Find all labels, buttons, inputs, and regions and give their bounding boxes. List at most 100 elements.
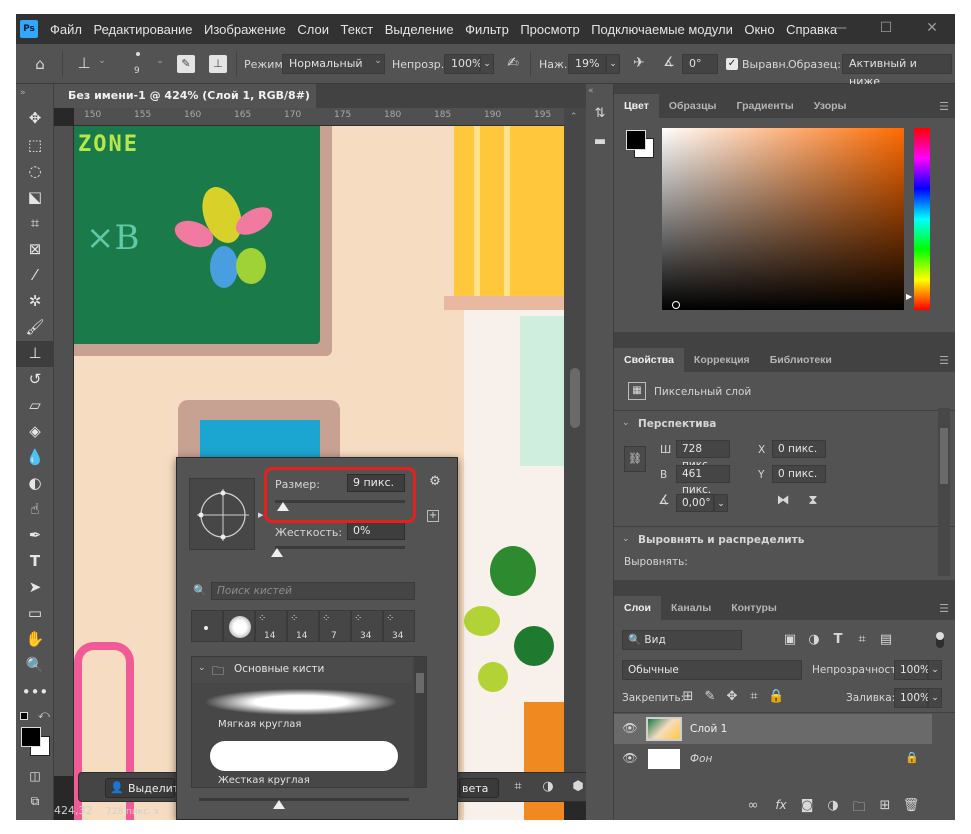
opacity-dropdown-icon[interactable]: ⌄	[480, 54, 494, 74]
trash-icon[interactable]: 🗑	[902, 798, 920, 813]
flow-dropdown-icon[interactable]: ⌄	[606, 54, 620, 74]
zoom-level[interactable]: 424,32	[54, 804, 93, 817]
dodge-tool-icon[interactable]: ◐	[16, 471, 54, 497]
lock-artboard-icon[interactable]: ⌗	[746, 689, 762, 704]
frame-tool-icon[interactable]: ⊠	[16, 237, 54, 263]
y-input[interactable]: 0 пикс.	[772, 465, 826, 483]
photoshop-logo[interactable]: Ps	[20, 20, 38, 38]
chevron-down-icon[interactable]: ⌄	[622, 418, 630, 428]
layer-filter-select[interactable]: 🔍 Вид	[622, 630, 742, 650]
layer-name[interactable]: Фон	[690, 753, 712, 765]
scroll-up-icon[interactable]: ⌃	[570, 112, 578, 122]
rectangle-tool-icon[interactable]: ▭	[16, 601, 54, 627]
color-button[interactable]: вета	[459, 778, 499, 798]
link-layers-icon[interactable]: ∞	[744, 798, 762, 813]
add-mask-icon[interactable]: ◙	[798, 798, 816, 813]
fill-input[interactable]: 100%	[894, 688, 930, 708]
generative-fill-icon[interactable]: ⬢	[569, 779, 587, 794]
gear-icon[interactable]: ⚙	[425, 474, 445, 489]
clone-source-icon[interactable]: ⊥	[209, 55, 227, 73]
layer-opacity-input[interactable]: 100%	[894, 660, 930, 680]
panel-menu-icon[interactable]: ☰	[939, 354, 949, 367]
brush-list-scrollbar[interactable]	[414, 657, 426, 787]
properties-scrollbar[interactable]	[938, 408, 950, 576]
swap-colors-icon[interactable]: ⤺	[38, 708, 50, 722]
chevron-down-icon[interactable]: ⌄	[198, 663, 206, 673]
menu-filter[interactable]: Фильтр	[465, 22, 509, 37]
filter-type-icon[interactable]: T	[830, 632, 846, 647]
align-title[interactable]: Выровнять и распределить	[638, 534, 804, 546]
folder-icon[interactable]: 🗀	[850, 798, 868, 820]
tab-paths[interactable]: Контуры	[721, 596, 787, 620]
crop-tool-icon[interactable]: ⌗	[16, 211, 54, 237]
path-select-tool-icon[interactable]: ➤	[16, 575, 54, 601]
recent-brush-14a[interactable]: ⁘ 14	[255, 610, 287, 642]
recent-brush-34a[interactable]: ⁘ 34	[351, 610, 383, 642]
new-preset-icon[interactable]: +	[427, 510, 439, 522]
hue-slider[interactable]	[914, 128, 930, 310]
brush-dot-icon[interactable]	[136, 52, 140, 56]
pen-tool-icon[interactable]: ✒	[16, 523, 54, 549]
smudge-tool-icon[interactable]: ☝	[16, 497, 54, 523]
hue-slider-handle[interactable]: ▶	[906, 292, 912, 301]
eraser-tool-icon[interactable]: ▱	[16, 393, 54, 419]
default-colors-icon[interactable]	[20, 712, 28, 720]
angle-dropdown-icon[interactable]: ⌄	[714, 494, 728, 512]
collapse-icon[interactable]: »	[20, 88, 26, 98]
brush-tool-icon[interactable]: 🖌	[16, 315, 54, 341]
brush-size-value[interactable]: 9	[134, 66, 140, 76]
screen-mode-icon[interactable]: ⧉	[16, 789, 54, 815]
brush-tip-preview[interactable]	[189, 478, 255, 550]
tab-layers[interactable]: Слои	[614, 596, 661, 620]
blur-tool-icon[interactable]: 💧	[16, 445, 54, 471]
foreground-color-swatch[interactable]	[21, 727, 41, 747]
document-tab[interactable]: Без имени-1 @ 424% (Слой 1, RGB/8#) * ×	[54, 84, 316, 126]
filter-shape-icon[interactable]: ⌗	[854, 632, 870, 647]
opacity-input[interactable]: 100%	[444, 54, 482, 74]
lasso-tool-icon[interactable]: ◌	[16, 159, 54, 185]
hardness-slider-track[interactable]	[275, 546, 405, 549]
horizontal-ruler[interactable]: 150 155 160 165 170 175 180 185 190 195	[74, 108, 564, 126]
panel-menu-icon[interactable]: ☰	[939, 100, 949, 113]
doc-size[interactable]: 728 пикс. x	[106, 807, 159, 817]
color-picker-cursor[interactable]	[672, 301, 680, 309]
menu-type[interactable]: Текст	[341, 22, 374, 37]
expand-panels-icon[interactable]: «	[588, 86, 594, 96]
fill-dropdown-icon[interactable]: ⌄	[928, 688, 942, 708]
menu-select[interactable]: Выделение	[385, 22, 454, 37]
link-icon[interactable]: ⛓	[624, 446, 646, 472]
color-picker-field[interactable]	[662, 128, 904, 310]
chevron-down-icon[interactable]: ⌄	[96, 56, 108, 66]
tab-channels[interactable]: Каналы	[661, 596, 721, 620]
hard-brush-label[interactable]: Жесткая круглая	[218, 775, 310, 786]
vertical-ruler[interactable]	[54, 126, 74, 776]
flip-horizontal-icon[interactable]: ⧓	[774, 493, 792, 508]
history-panel-icon[interactable]: ⇅	[590, 106, 610, 121]
fg-color-swatch[interactable]	[626, 130, 646, 150]
airbrush-icon[interactable]: ✈	[630, 55, 648, 71]
eyedropper-tool-icon[interactable]: ⁄	[16, 263, 54, 289]
recent-brush-34b[interactable]: ⁘ 34	[383, 610, 415, 642]
recent-brush-14b[interactable]: ⁘ 14	[287, 610, 319, 642]
filter-smart-object-icon[interactable]: ▤	[878, 632, 894, 647]
marquee-tool-icon[interactable]: ⬚	[16, 133, 54, 159]
hardness-slider-thumb[interactable]	[271, 548, 283, 557]
hardness-input[interactable]: 0%	[347, 522, 405, 540]
brush-folder-row[interactable]: ⌄ 🗀 Основные кисти	[192, 657, 412, 683]
paint-bucket-tool-icon[interactable]: ◈	[16, 419, 54, 445]
adjustment-layer-icon[interactable]: ◑	[824, 798, 842, 813]
flip-vertical-icon[interactable]: ⧗	[804, 493, 822, 508]
transform-icon[interactable]: ⌗	[509, 779, 527, 794]
new-layer-icon[interactable]: ⊞	[876, 798, 894, 813]
layer-row-background[interactable]: 👁 Фон 🔒	[614, 744, 932, 774]
filter-toggle[interactable]	[936, 632, 944, 648]
tab-patterns[interactable]: Узоры	[804, 94, 857, 118]
menu-plugins[interactable]: Подключаемые модули	[591, 22, 733, 37]
height-input[interactable]: 461 пикс.	[676, 465, 730, 496]
aligned-checkbox[interactable]: ✓	[726, 58, 738, 70]
brush-search-input[interactable]: Поиск кистей	[211, 582, 415, 600]
more-tools-icon[interactable]: •••	[16, 680, 54, 706]
lock-position-icon[interactable]: ✥	[724, 689, 740, 704]
adjustment-icon[interactable]: ◑	[539, 779, 557, 794]
lock-pixels-icon[interactable]: ⊞	[680, 689, 696, 704]
